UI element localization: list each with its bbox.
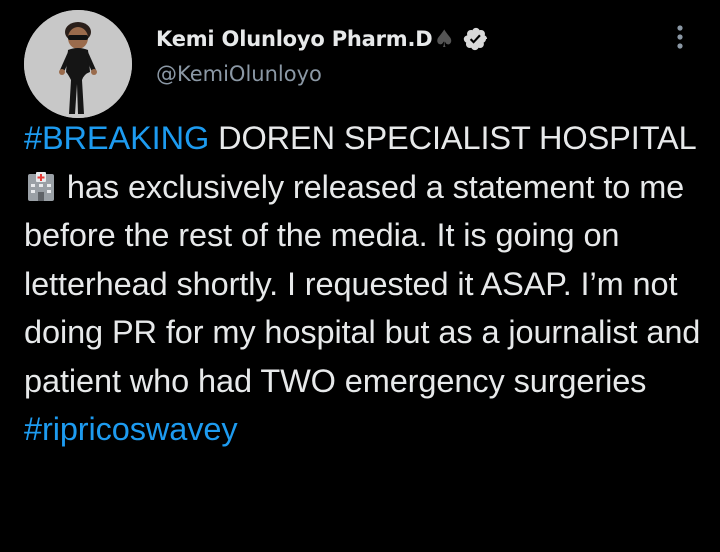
- avatar[interactable]: [24, 10, 132, 118]
- author-handle[interactable]: @KemiOlunloyo: [156, 62, 322, 86]
- tweet-text: #BREAKING DOREN SPECIALIST HOSPITAL has …: [24, 114, 710, 454]
- author-display-name[interactable]: Kemi Olunloyo Pharm.D: [156, 27, 433, 51]
- hashtag-breaking[interactable]: #BREAKING: [24, 120, 209, 156]
- tweet-text-part-2: has exclusively released a statement to …: [24, 168, 701, 399]
- more-options-icon[interactable]: [668, 22, 692, 54]
- author-name-row[interactable]: Kemi Olunloyo Pharm.D ♠: [156, 24, 489, 54]
- hashtag-ripricoswavey[interactable]: #ripricoswavey: [24, 411, 238, 447]
- verified-badge-icon: [463, 27, 488, 51]
- tweet-text-part-1: DOREN SPECIALIST HOSPITAL: [209, 120, 696, 156]
- hospital-emoji: [28, 171, 54, 201]
- spade-emoji: ♠: [433, 25, 456, 53]
